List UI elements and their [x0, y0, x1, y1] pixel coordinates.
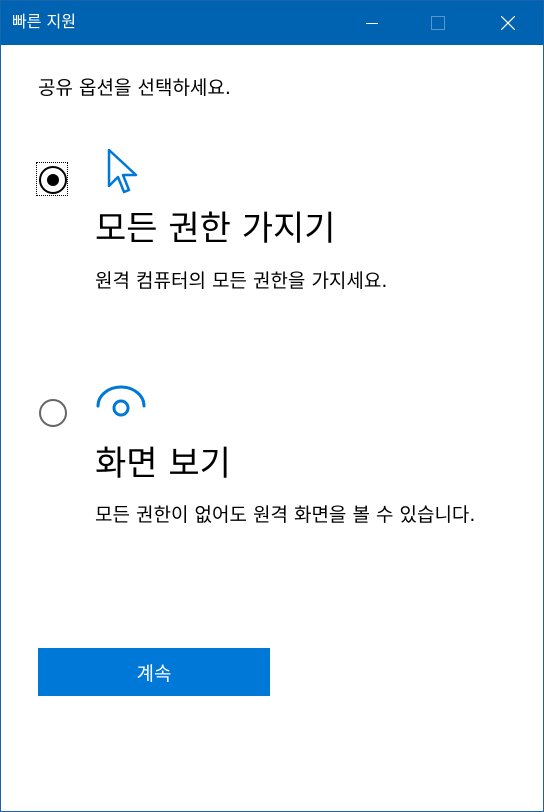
option-desc-view-only[interactable]: 모든 권한이 없어도 원격 화면을 볼 수 있습니다. [95, 501, 495, 529]
quick-assist-window: 빠른 지원 공유 옵션을 선택하세요. 모든 권한 가지기 원격 컴퓨터의 모든… [0, 0, 544, 812]
main-content: 공유 옵션을 선택하세요. 모든 권한 가지기 원격 컴퓨터의 모든 권한을 가… [1, 45, 543, 811]
minimize-icon [366, 23, 378, 24]
option-title-view-only[interactable]: 화면 보기 [95, 444, 231, 484]
maximize-icon [431, 16, 445, 30]
maximize-button [415, 1, 461, 45]
option-title-full-control[interactable]: 모든 권한 가지기 [95, 209, 336, 249]
window-title: 빠른 지원 [12, 12, 76, 31]
option-desc-full-control[interactable]: 원격 컴퓨터의 모든 권한을 가지세요. [95, 267, 495, 295]
continue-button[interactable]: 계속 [38, 648, 270, 696]
radio-selected-dot [47, 174, 59, 186]
radio-full-control[interactable] [39, 166, 67, 194]
close-icon [501, 16, 515, 30]
eye-icon [96, 385, 146, 417]
minimize-button[interactable] [349, 1, 395, 45]
share-prompt: 공유 옵션을 선택하세요. [38, 77, 231, 99]
close-button[interactable] [485, 1, 531, 45]
radio-view-only[interactable] [39, 399, 67, 427]
title-bar[interactable]: 빠른 지원 [1, 1, 543, 45]
cursor-arrow-icon [107, 148, 138, 194]
